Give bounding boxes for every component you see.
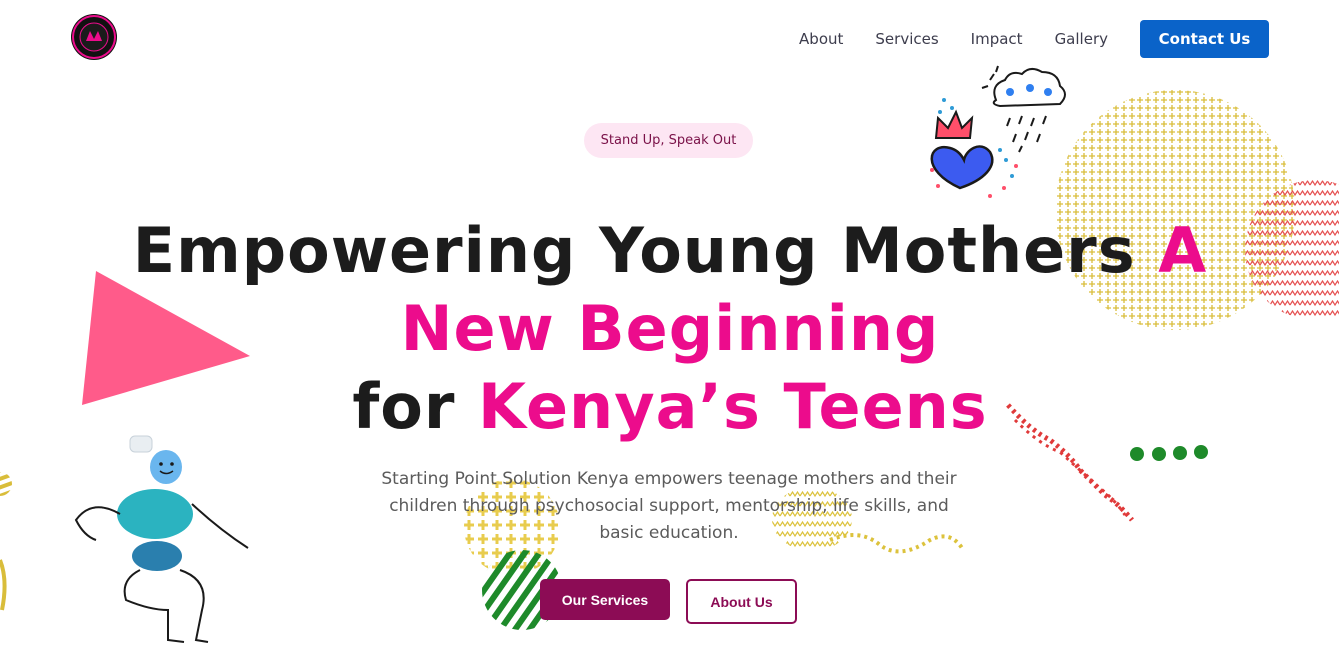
tagline-badge: Stand Up, Speak Out <box>584 123 753 158</box>
nav-links: About Services Impact Gallery Contact Us <box>767 20 1269 58</box>
headline-part2: for <box>352 370 479 443</box>
doodle-cluster <box>930 65 1066 198</box>
logo-icon[interactable] <box>70 13 118 61</box>
headline-part1: Empowering Young Mothers <box>132 214 1159 287</box>
hero-subtitle: Starting Point Solution Kenya empowers t… <box>381 469 957 543</box>
nav-link-services[interactable]: Services <box>875 20 938 58</box>
contact-us-button[interactable]: Contact Us <box>1140 20 1269 58</box>
top-navigation: About Services Impact Gallery Contact Us <box>0 0 1339 78</box>
hero-headline: Empowering Young Mothers A New Beginning… <box>70 212 1270 446</box>
nav-link-about[interactable]: About <box>799 20 843 58</box>
nav-link-gallery[interactable]: Gallery <box>1055 20 1108 58</box>
nav-link-impact[interactable]: Impact <box>971 20 1023 58</box>
about-us-button[interactable]: About Us <box>686 579 797 624</box>
stacked-figure-illustration <box>74 435 249 643</box>
headline-accent2: Kenya’s Teens <box>478 370 988 443</box>
our-services-button[interactable]: Our Services <box>540 579 670 620</box>
